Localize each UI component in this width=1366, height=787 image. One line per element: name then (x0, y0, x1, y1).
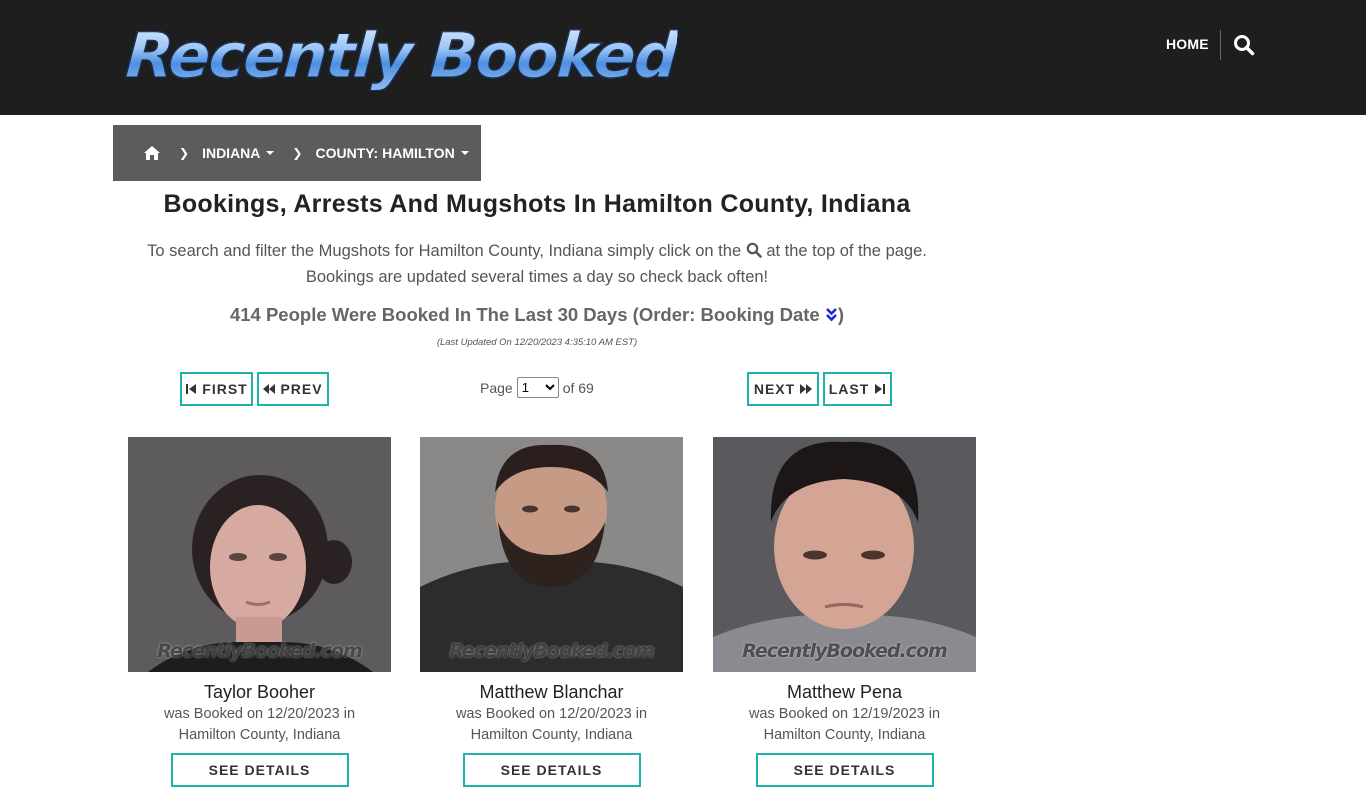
nav-divider (1220, 30, 1221, 60)
person-name[interactable]: Matthew Pena (713, 682, 976, 703)
site-logo[interactable]: Recently Booked (123, 18, 680, 94)
booking-info-line2: Hamilton County, Indiana (178, 727, 341, 743)
prev-page-button[interactable]: PREV (257, 372, 329, 406)
last-updated: (Last Updated On 12/20/2023 4:35:10 AM E… (436, 337, 638, 348)
booking-info-line1: was Booked on 12/20/2023 in (455, 706, 648, 722)
next-page-button[interactable]: NEXT (747, 372, 819, 406)
skip-last-icon (875, 384, 886, 394)
breadcrumb-state-label: INDIANA (202, 145, 261, 161)
sort-order-toggle-icon[interactable] (825, 305, 838, 322)
next-page-label: NEXT (753, 381, 796, 397)
search-icon[interactable] (1233, 34, 1255, 56)
chevron-right-icon: ❯ (179, 146, 190, 160)
caret-down-icon (266, 151, 275, 155)
page-selector: Page 1 of 69 (480, 377, 594, 398)
desc-part1: To search and filter the Mugshots for Ha… (147, 242, 742, 260)
page-number-select[interactable]: 1 (516, 377, 559, 398)
mugshot-photo[interactable]: RecentlyBooked.com (128, 437, 391, 672)
booking-card[interactable]: RecentlyBooked.com Matthew Pena was Book… (713, 437, 976, 787)
person-name[interactable]: Taylor Booher (128, 682, 391, 703)
page-title: Bookings, Arrests And Mugshots In Hamilt… (163, 190, 911, 218)
home-icon[interactable] (143, 145, 161, 161)
see-details-button[interactable]: SEE DETAILS (170, 753, 349, 787)
breadcrumb-state-dropdown[interactable]: INDIANA (202, 145, 275, 161)
page-label: Page (480, 379, 513, 396)
booking-card[interactable]: RecentlyBooked.com Taylor Booher was Boo… (128, 437, 391, 787)
breadcrumb: ❯ INDIANA ❯ COUNTY: HAMILTON (113, 125, 481, 181)
search-icon (746, 240, 762, 258)
booking-card[interactable]: RecentlyBooked.com Matthew Blanchar was … (420, 437, 683, 787)
chevron-right-icon: ❯ (292, 146, 303, 160)
mugshot-photo[interactable]: RecentlyBooked.com (713, 437, 976, 672)
breadcrumb-county-dropdown[interactable]: COUNTY: HAMILTON (315, 145, 469, 161)
site-header: Recently Booked HOME (0, 0, 1366, 115)
page-description: To search and filter the Mugshots for Ha… (113, 238, 961, 290)
breadcrumb-county-label: COUNTY: HAMILTON (315, 145, 455, 161)
booking-count-text: 414 People Were Booked In The Last 30 Da… (229, 304, 820, 325)
booking-info-line1: was Booked on 12/19/2023 in (748, 706, 941, 722)
caret-down-icon (460, 151, 469, 155)
see-details-button[interactable]: SEE DETAILS (462, 753, 641, 787)
skip-first-icon (186, 384, 197, 394)
page-total: of 69 (562, 379, 594, 396)
mugshot-photo[interactable]: RecentlyBooked.com (420, 437, 683, 672)
booking-info-line1: was Booked on 12/20/2023 in (163, 706, 356, 722)
person-name[interactable]: Matthew Blanchar (420, 682, 683, 703)
desc-part2: at the top of the page. (766, 242, 927, 260)
first-page-button[interactable]: FIRST (180, 372, 253, 406)
desc-line2: Bookings are updated several times a day… (305, 268, 769, 286)
fast-forward-icon (800, 384, 813, 394)
see-details-button[interactable]: SEE DETAILS (755, 753, 934, 787)
last-page-button[interactable]: LAST (823, 372, 892, 406)
rewind-icon (263, 384, 276, 394)
logo-text: Recently Booked (123, 19, 680, 93)
first-page-label: FIRST (202, 381, 248, 397)
booking-info-line2: Hamilton County, Indiana (470, 727, 633, 743)
booking-count: 414 People Were Booked In The Last 30 Da… (113, 304, 961, 326)
booking-info-line2: Hamilton County, Indiana (763, 727, 926, 743)
prev-page-label: PREV (280, 381, 323, 397)
watermark: RecentlyBooked.com (449, 640, 655, 662)
last-page-label: LAST (828, 381, 870, 397)
watermark: RecentlyBooked.com (742, 640, 948, 662)
nav-home-link[interactable]: HOME (1166, 36, 1209, 52)
booking-count-close: ) (837, 304, 845, 325)
watermark: RecentlyBooked.com (157, 640, 363, 662)
